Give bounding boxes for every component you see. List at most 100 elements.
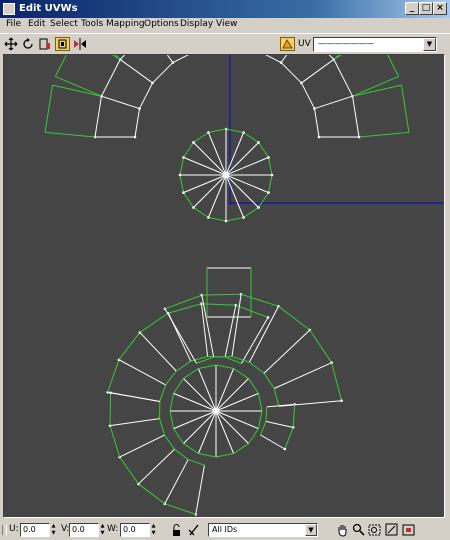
uv-edge[interactable] <box>195 465 205 515</box>
uv-edge[interactable] <box>215 378 249 412</box>
uv-edge[interactable] <box>260 434 286 450</box>
uv-edge[interactable] <box>255 55 282 64</box>
minimize-button[interactable]: _ <box>405 2 419 15</box>
uv-edge[interactable] <box>174 448 189 460</box>
uv-edge[interactable] <box>164 503 196 515</box>
uv-edge[interactable] <box>201 293 242 296</box>
uv-edge[interactable] <box>352 75 399 97</box>
uv-edge[interactable] <box>169 393 174 412</box>
uv-vertex[interactable] <box>182 156 185 159</box>
uv-edge[interactable] <box>258 393 263 412</box>
lock-icon[interactable] <box>2 525 7 535</box>
uv-edge[interactable] <box>54 55 77 77</box>
uv-edge[interactable] <box>243 132 259 143</box>
uv-edge[interactable] <box>164 308 197 364</box>
menu-tools[interactable]: Tools <box>81 19 103 29</box>
uv-edge[interactable] <box>134 108 140 138</box>
texture-icon[interactable] <box>280 37 295 51</box>
uv-edge[interactable] <box>119 434 165 458</box>
uv-edge[interactable] <box>179 174 184 193</box>
uv-edge[interactable] <box>138 483 166 505</box>
material-id-dropdown[interactable]: All IDs ▼ <box>208 523 318 537</box>
uv-edge[interactable] <box>314 95 353 110</box>
uv-edge[interactable] <box>183 443 199 454</box>
uv-vertex[interactable] <box>267 156 270 159</box>
spinner-arrows-icon[interactable]: ▲ ▼ <box>50 523 57 537</box>
uv-edge[interactable] <box>193 132 209 143</box>
uv-edge[interactable] <box>235 304 269 318</box>
uv-vertex[interactable] <box>242 131 245 134</box>
uv-vertex[interactable] <box>270 173 274 177</box>
uv-edge[interactable] <box>139 82 154 109</box>
menu-select[interactable]: Select <box>50 19 78 29</box>
uv-vertex[interactable] <box>357 135 361 139</box>
uv-edge[interactable] <box>280 62 302 84</box>
uv-vertex[interactable] <box>207 131 210 134</box>
uv-edge[interactable] <box>44 85 54 133</box>
uv-edge[interactable] <box>243 207 259 218</box>
uv-vertex[interactable] <box>317 135 321 139</box>
uv-edge[interactable] <box>224 356 242 364</box>
uv-edge[interactable] <box>107 359 120 393</box>
uv-edge[interactable] <box>292 404 296 428</box>
uv-vertex[interactable] <box>192 206 195 209</box>
uv-edge[interactable] <box>278 305 311 331</box>
uv-vertex[interactable] <box>178 173 182 177</box>
uv-edge[interactable] <box>248 378 259 394</box>
uv-edge[interactable] <box>173 378 184 394</box>
uv-edge[interactable] <box>331 362 343 401</box>
uv-edge[interactable] <box>198 364 217 369</box>
uv-edge[interactable] <box>241 317 269 364</box>
uv-edge[interactable] <box>301 59 335 84</box>
uv-edge[interactable] <box>263 329 311 374</box>
uv-edge[interactable] <box>183 142 194 158</box>
uv-edge[interactable] <box>314 108 320 138</box>
menu-display[interactable]: Display <box>180 19 213 29</box>
menu-mapping[interactable]: Mapping <box>106 19 145 29</box>
uv-edge[interactable] <box>168 303 202 314</box>
maximize-button[interactable]: □ <box>419 2 433 15</box>
uv-edge[interactable] <box>109 425 121 458</box>
lock-selection-icon[interactable] <box>170 523 183 537</box>
spinner-arrows-icon[interactable]: ▲ ▼ <box>99 523 106 537</box>
uv-edge[interactable] <box>225 142 259 176</box>
uv-edge[interactable] <box>164 459 189 504</box>
uv-vertex[interactable] <box>266 316 270 319</box>
uv-edge[interactable] <box>118 332 141 361</box>
uv-edge[interactable] <box>280 55 305 63</box>
map-dropdown[interactable]: ——————— ▼ <box>313 37 437 52</box>
uv-vertex[interactable] <box>267 191 270 194</box>
uv-edge[interactable] <box>265 406 268 422</box>
uv-edge[interactable] <box>159 384 167 402</box>
uv-edge[interactable] <box>352 96 360 138</box>
move-icon[interactable] <box>4 37 19 51</box>
uv-edge[interactable] <box>258 142 269 158</box>
uv-edge[interactable] <box>260 421 267 436</box>
uv-edge[interactable] <box>188 459 205 466</box>
uv-edge[interactable] <box>231 294 242 357</box>
uv-edge[interactable] <box>377 55 400 77</box>
uv-edge[interactable] <box>164 434 175 450</box>
uv-edge[interactable] <box>224 305 237 358</box>
uv-edge[interactable] <box>165 370 177 386</box>
uv-edge[interactable] <box>215 410 249 444</box>
uv-edge[interactable] <box>248 428 259 444</box>
uv-edge[interactable] <box>52 84 102 97</box>
uv-edge[interactable] <box>231 356 250 363</box>
uv-edge[interactable] <box>240 293 279 307</box>
uv-vertex[interactable] <box>340 399 343 403</box>
uv-edge[interactable] <box>273 388 280 407</box>
uv-edge[interactable] <box>225 217 244 222</box>
uv-edge[interactable] <box>169 410 174 429</box>
uv-edge[interactable] <box>333 55 377 60</box>
menu-edit[interactable]: Edit <box>28 19 45 29</box>
uv-vertex[interactable] <box>207 216 210 219</box>
uv-edge[interactable] <box>109 392 112 426</box>
uv-edge[interactable] <box>119 55 149 60</box>
uv-edge[interactable] <box>248 306 279 363</box>
uv-edge[interactable] <box>258 192 269 208</box>
uv-edge[interactable] <box>300 82 315 109</box>
uv-vertex[interactable] <box>192 141 195 144</box>
uv-edge[interactable] <box>173 428 184 444</box>
uv-edge[interactable] <box>233 443 249 454</box>
